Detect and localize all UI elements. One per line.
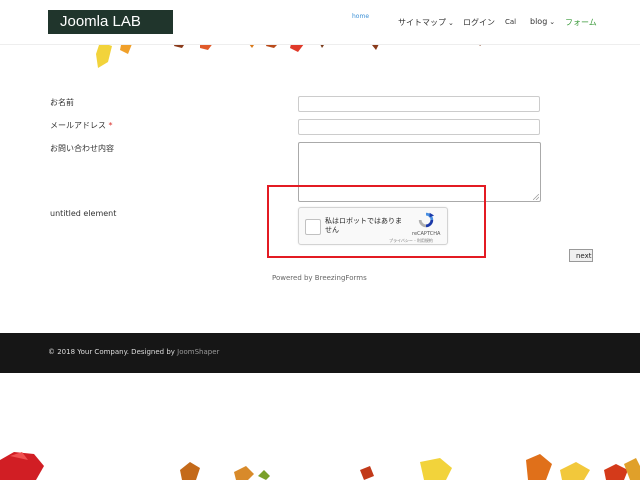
- footer-designer-link[interactable]: JoomShaper: [177, 348, 219, 356]
- autumn-leaves-bottom-decoration: [0, 452, 640, 480]
- email-input[interactable]: [298, 119, 540, 135]
- nav-item-sitemap-label: サイトマップ: [398, 18, 446, 27]
- email-label-text: メールアドレス: [50, 121, 106, 130]
- nav-item-blog-label: blog: [530, 17, 548, 26]
- footer-copyright-text: © 2018 Your Company. Designed by: [48, 348, 178, 356]
- required-mark: *: [108, 121, 113, 130]
- name-label: お名前: [50, 98, 74, 107]
- nav-item-login[interactable]: ログイン: [463, 17, 495, 28]
- chevron-down-icon: ⌄: [448, 19, 454, 27]
- site-footer: © 2018 Your Company. Designed by JoomSha…: [0, 333, 640, 373]
- nav-item-cal[interactable]: Cal: [505, 18, 516, 26]
- untitled-element-label: untitled element: [50, 209, 117, 218]
- nav-item-sitemap[interactable]: サイトマップ ⌄: [398, 17, 454, 28]
- nav-item-form[interactable]: フォーム: [565, 17, 597, 28]
- chevron-down-icon: ⌄: [549, 18, 556, 26]
- email-label: メールアドレス *: [50, 120, 113, 131]
- next-button[interactable]: next: [569, 249, 593, 262]
- main-nav: home サイトマップ ⌄ ログイン Cal blog ⌄ フォーム: [0, 0, 640, 44]
- site-header: Joomla LAB home サイトマップ ⌄ ログイン Cal blog ⌄ フ…: [0, 0, 640, 45]
- name-input[interactable]: [298, 96, 540, 112]
- footer-copyright: © 2018 Your Company. Designed by JoomSha…: [48, 348, 219, 356]
- nav-item-home[interactable]: home: [352, 13, 369, 20]
- nav-item-blog[interactable]: blog ⌄: [530, 17, 555, 26]
- powered-by-text[interactable]: Powered by BreezingForms: [272, 274, 367, 282]
- inquiry-label: お問い合わせ内容: [50, 144, 114, 153]
- contact-form: お名前 メールアドレス * お問い合わせ内容 untitled element …: [0, 0, 640, 330]
- highlight-box: [267, 185, 486, 258]
- resize-grip-icon[interactable]: [533, 194, 539, 200]
